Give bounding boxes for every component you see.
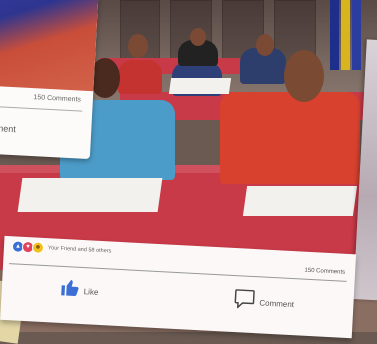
comment-button-label[interactable]: mment [0, 123, 16, 134]
front-social-card: ▲ ♥ ☻ Your Friend and 58 others 150 Comm… [0, 170, 359, 339]
post-image [0, 0, 101, 92]
haha-reaction-icon: ☻ [31, 241, 45, 254]
flag [330, 0, 339, 70]
comment-label: Comment [259, 297, 295, 309]
flag [341, 0, 350, 70]
back-social-card: 150 Comments mment [0, 0, 101, 160]
paper-sheet [168, 78, 232, 94]
person [118, 60, 162, 94]
comments-count[interactable]: 150 Comments [304, 268, 345, 276]
comments-count[interactable]: 150 Comments [33, 94, 81, 103]
person [220, 92, 360, 184]
thumbs-up-icon [61, 279, 79, 296]
comment-bubble-icon [234, 289, 255, 310]
comment-button[interactable]: Comment [233, 288, 295, 311]
reactions-text: Your Friend and 58 others [47, 245, 112, 255]
divider [0, 104, 83, 112]
like-label: Like [83, 286, 99, 297]
flag [352, 0, 361, 70]
like-button[interactable]: Like [59, 277, 99, 299]
reactions-summary[interactable]: ▲ ♥ ☻ Your Friend and 58 others [11, 240, 112, 257]
